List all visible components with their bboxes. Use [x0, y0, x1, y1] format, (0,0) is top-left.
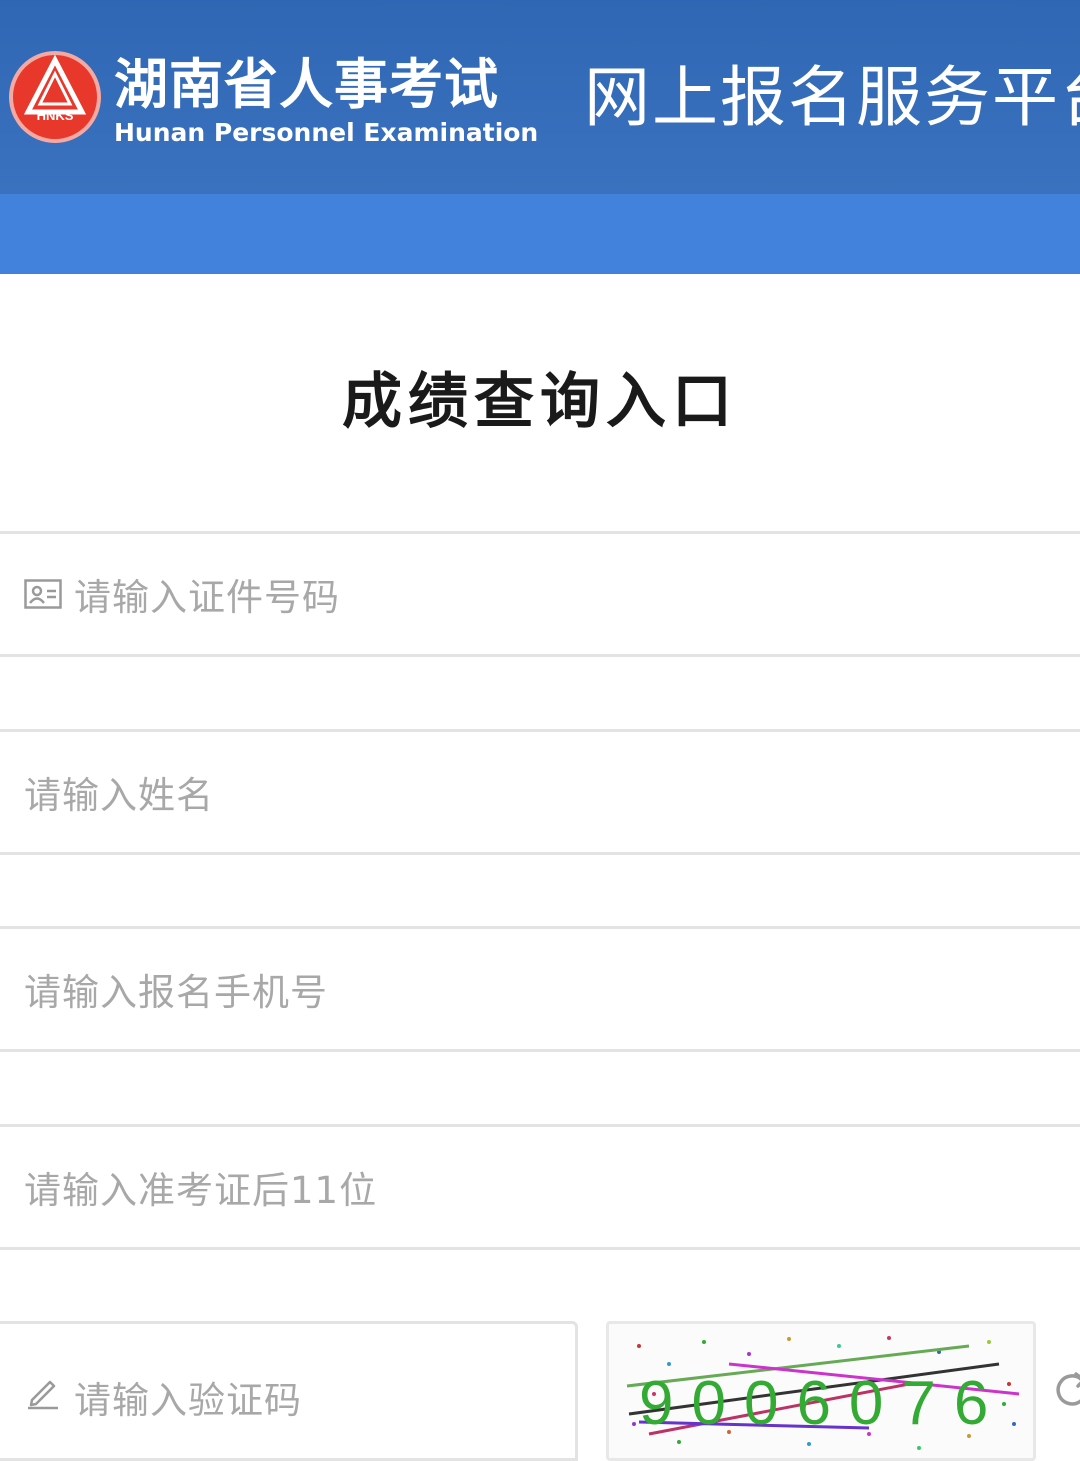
hnks-logo-icon: HNKS — [9, 51, 101, 143]
pencil-icon — [28, 1380, 58, 1410]
admission-ticket-field[interactable]: 请输入准考证后11位 — [0, 1124, 1080, 1250]
logo-text: HNKS — [37, 108, 74, 123]
captcha-digit: 9006076 — [639, 1369, 1006, 1438]
id-number-placeholder: 请输入证件号码 — [74, 576, 340, 619]
brand: 湖南省人事考试 Hunan Personnel Examination — [114, 54, 538, 148]
captcha-image[interactable]: 9006076 — [606, 1321, 1036, 1461]
phone-field[interactable]: 请输入报名手机号 — [0, 926, 1080, 1052]
platform-title: 网上报名服务平台 — [584, 59, 1080, 136]
brand-name-cn: 湖南省人事考试 — [114, 53, 499, 116]
captcha-placeholder: 请输入验证码 — [74, 1379, 302, 1422]
captcha-svg: 9006076 — [626, 1336, 1020, 1450]
name-field[interactable]: 请输入姓名 — [0, 729, 1080, 855]
brand-name-en: Hunan Personnel Examination — [114, 118, 539, 147]
id-card-icon — [24, 579, 62, 609]
admission-ticket-placeholder: 请输入准考证后11位 — [24, 1169, 378, 1212]
page-title: 成绩查询入口 — [342, 367, 738, 437]
site-header: HNKS 湖南省人事考试 Hunan Personnel Examination… — [0, 0, 1080, 194]
phone-placeholder: 请输入报名手机号 — [24, 971, 328, 1014]
refresh-icon[interactable] — [1052, 1368, 1080, 1408]
nav-bar — [0, 194, 1080, 274]
name-placeholder: 请输入姓名 — [24, 774, 214, 817]
id-number-field[interactable]: 请输入证件号码 — [0, 531, 1080, 657]
captcha-field[interactable]: 请输入验证码 — [0, 1321, 578, 1461]
